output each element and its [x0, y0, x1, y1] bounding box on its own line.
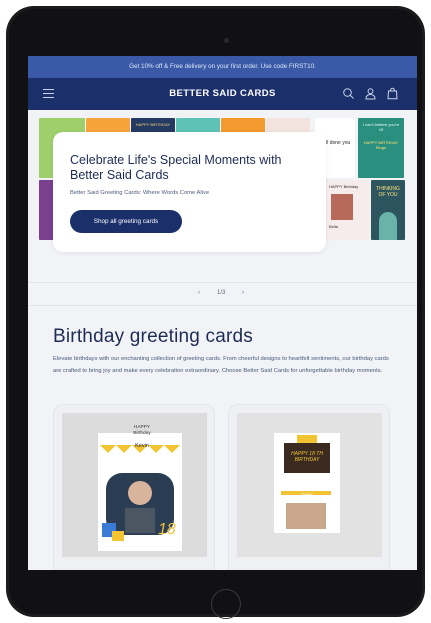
hero-promo-card: Celebrate Life's Special Moments with Be…	[53, 132, 326, 252]
card-number: 18	[158, 521, 176, 538]
hero-tile-text: I can't believe you're 18	[362, 122, 400, 132]
card-heading: HAPPY 18 TH BIRTHDAY	[291, 451, 323, 463]
hero-slideshow: HAPPY BIRTHDAY well done you I can't bel…	[28, 110, 417, 306]
hero-tile: I can't believe you're 18 HAPPY BIRTHDAY…	[358, 118, 404, 178]
hero-tile-figure	[379, 212, 397, 240]
hero-tile: HAPPY Birthday Bella	[326, 180, 370, 240]
home-button[interactable]	[211, 589, 241, 619]
hero-tile-photo	[331, 194, 353, 220]
collection-description: Elevate birthdays with our enchanting co…	[53, 356, 389, 374]
shop-all-button[interactable]: Shop all greeting cards	[70, 210, 182, 233]
slideshow-controls: ‹ 1/3 ›	[28, 282, 417, 306]
hero-tile-text: THINKING OF YOU	[376, 186, 400, 198]
slide-counter: 1/3	[217, 290, 226, 296]
hero-tile-text: HAPPY Birthday	[329, 184, 359, 189]
collection-title: Birthday greeting cards	[53, 326, 253, 347]
hero-subtitle: Better Said Greeting Cards: Where Words …	[70, 190, 210, 196]
site-header: BETTER SAID CARDS	[28, 78, 417, 110]
hero-tile-text: Bella	[329, 224, 338, 229]
card-mockup	[274, 433, 340, 533]
card-heading: HAPPY Birthday	[133, 425, 151, 436]
user-icon[interactable]	[364, 87, 377, 100]
hero-tile: THINKING OF YOU	[371, 180, 405, 240]
bag-icon[interactable]	[386, 87, 399, 100]
next-slide-button[interactable]: ›	[242, 290, 244, 296]
screen: Get 10% off & Free delivery on your firs…	[28, 56, 417, 570]
card-name: Kevin	[301, 492, 313, 497]
product-image[interactable]: HAPPY Birthday Kevin 18	[62, 413, 207, 557]
product-card[interactable]: HAPPY Birthday Kevin 18	[53, 404, 215, 570]
site-logo[interactable]: BETTER SAID CARDS	[28, 88, 417, 99]
card-name: Kevin	[135, 443, 149, 449]
hero-tile-text: HAPPY BIRTHDAY	[135, 122, 171, 127]
front-camera	[224, 38, 229, 43]
product-card[interactable]: HAPPY 18 TH BIRTHDAY Kevin	[228, 404, 390, 570]
previous-slide-button[interactable]: ‹	[198, 290, 200, 296]
search-icon[interactable]	[342, 87, 355, 100]
product-image[interactable]: HAPPY 18 TH BIRTHDAY Kevin	[237, 413, 382, 557]
hero-title: Celebrate Life's Special Moments with Be…	[70, 153, 282, 182]
announcement-bar: Get 10% off & Free delivery on your firs…	[28, 56, 417, 78]
hero-tile-text: HAPPY BIRTHDAY Ringo	[363, 140, 399, 150]
